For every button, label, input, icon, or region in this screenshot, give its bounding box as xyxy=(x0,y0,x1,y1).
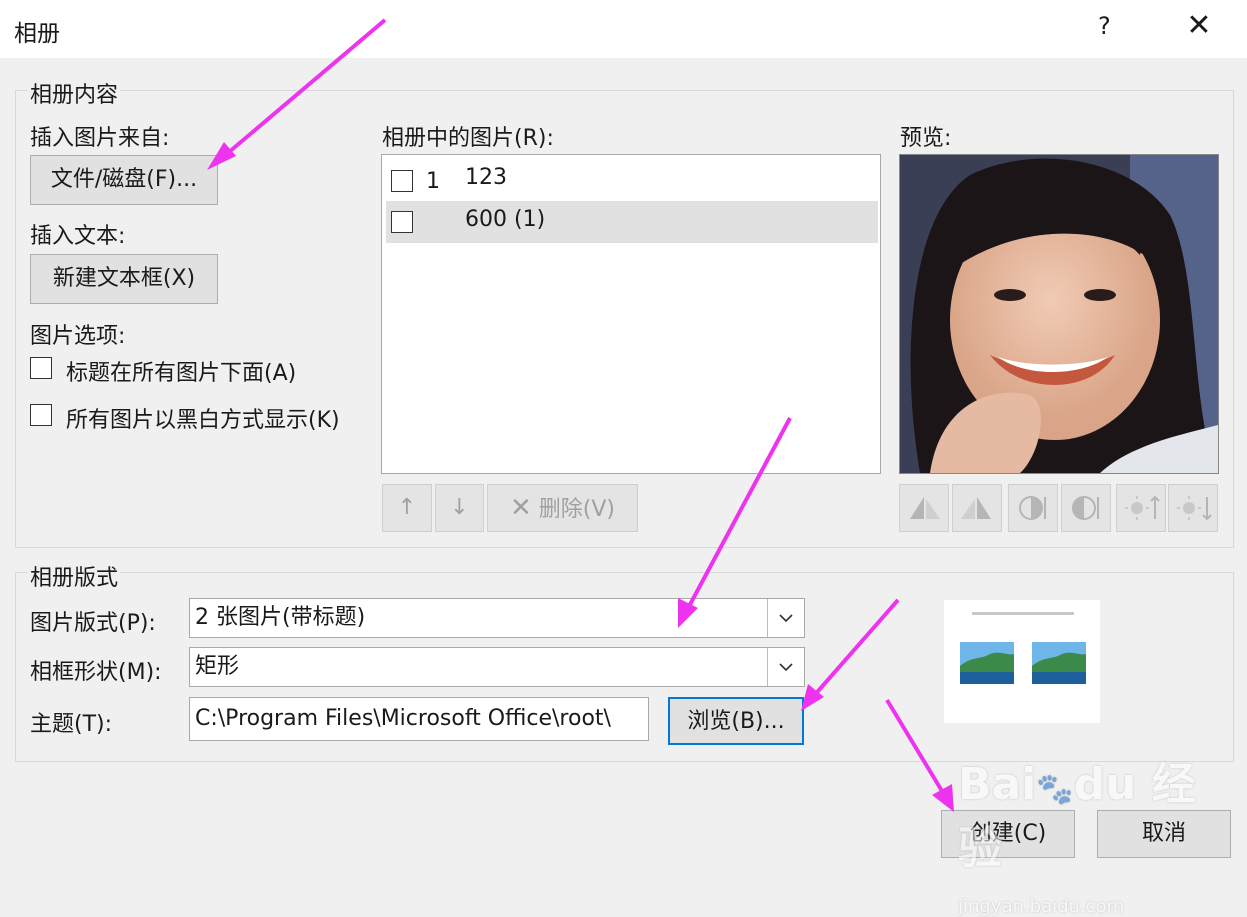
annotation-arrows xyxy=(207,18,954,812)
